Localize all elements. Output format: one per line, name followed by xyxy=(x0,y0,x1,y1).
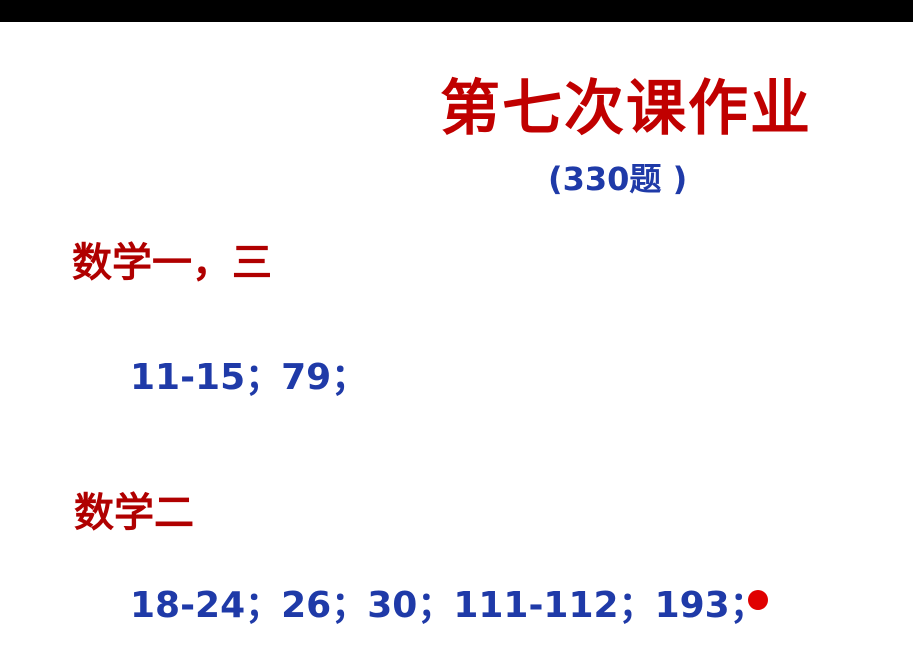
laser-pointer-dot-icon xyxy=(748,590,768,610)
problem-list-math-1-3: 11-15；79； xyxy=(130,357,368,398)
slide-title: 第七次课作业 xyxy=(440,74,812,144)
section-heading-math-2: 数学二 xyxy=(74,490,194,536)
slide: 第七次课作业 (330题 ) 数学一，三 11-15；79； 数学二 18-24… xyxy=(0,22,913,653)
top-black-bar xyxy=(0,0,913,22)
problem-list-math-2: 18-24；26；30；111-112；193； xyxy=(130,585,766,626)
section-heading-math-1-3: 数学一，三 xyxy=(72,240,272,286)
slide-subtitle: (330题 ) xyxy=(548,160,688,198)
